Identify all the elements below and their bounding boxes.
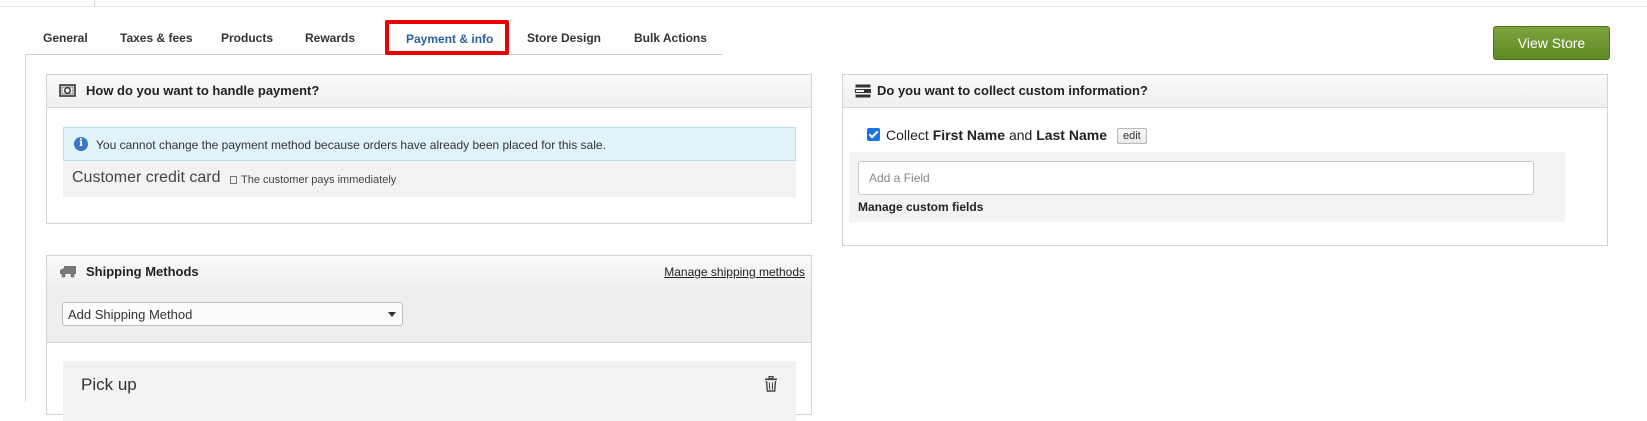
- shipping-method-label: Pick up: [81, 375, 137, 395]
- add-field-input[interactable]: [858, 161, 1534, 195]
- collect-name-row: Collect First Name and Last Name edit: [867, 127, 1147, 144]
- content-border: [25, 54, 26, 402]
- manage-shipping-methods-link[interactable]: Manage shipping methods: [664, 265, 805, 279]
- add-shipping-method-select[interactable]: Add Shipping Method: [62, 302, 403, 326]
- shipping-select-value: Add Shipping Method: [68, 307, 192, 322]
- tab-general[interactable]: General: [43, 31, 88, 45]
- edit-button[interactable]: edit: [1117, 128, 1147, 144]
- payment-panel-header: How do you want to handle payment?: [47, 75, 811, 108]
- cash-icon: [59, 84, 76, 97]
- top-strip: [0, 0, 1647, 7]
- form-list-icon: [855, 84, 871, 98]
- truck-icon: [59, 265, 77, 278]
- custom-field-area: Manage custom fields: [849, 152, 1565, 222]
- and-text: and: [1009, 127, 1032, 143]
- tab-products[interactable]: Products: [221, 31, 273, 45]
- square-icon: [230, 176, 237, 184]
- collect-prefix: Collect: [886, 127, 929, 143]
- first-name-label: First Name: [933, 127, 1005, 143]
- trash-icon[interactable]: [764, 376, 778, 392]
- payment-panel: How do you want to handle payment? i You…: [46, 74, 812, 224]
- active-tab-highlight: [385, 20, 509, 55]
- shipping-panel-title: Shipping Methods: [86, 264, 199, 279]
- tab-bulk-actions[interactable]: Bulk Actions: [634, 31, 707, 45]
- payment-alert: i You cannot change the payment method b…: [63, 127, 796, 161]
- shipping-select-band: Add Shipping Method: [47, 288, 811, 343]
- shipping-panel-header: Shipping Methods Manage shipping methods: [47, 256, 811, 289]
- payment-method-box: Customer credit card The customer pays i…: [63, 161, 796, 197]
- custom-info-panel-title: Do you want to collect custom informatio…: [877, 83, 1148, 98]
- tab-rewards[interactable]: Rewards: [305, 31, 355, 45]
- tab-taxes-fees[interactable]: Taxes & fees: [120, 31, 193, 45]
- top-divider: [94, 0, 95, 6]
- last-name-label: Last Name: [1036, 127, 1107, 143]
- collect-name-checkbox[interactable]: [867, 128, 880, 141]
- manage-custom-fields-link[interactable]: Manage custom fields: [858, 200, 983, 214]
- tab-store-design[interactable]: Store Design: [527, 31, 601, 45]
- shipping-panel: Shipping Methods Manage shipping methods…: [46, 255, 812, 415]
- info-icon: i: [74, 137, 88, 151]
- payment-method-label: Customer credit card: [72, 169, 221, 187]
- payment-panel-title: How do you want to handle payment?: [86, 83, 319, 98]
- shipping-method-item: Pick up: [63, 361, 796, 421]
- custom-info-panel: Do you want to collect custom informatio…: [842, 74, 1608, 246]
- payment-method-note-text: The customer pays immediately: [241, 174, 396, 186]
- chevron-down-icon: [388, 312, 396, 317]
- view-store-button[interactable]: View Store: [1493, 26, 1610, 60]
- custom-info-panel-header: Do you want to collect custom informatio…: [843, 75, 1607, 108]
- tab-bar: General Taxes & fees Products Rewards Pa…: [26, 24, 722, 55]
- payment-alert-text: You cannot change the payment method bec…: [96, 138, 606, 152]
- payment-method-note: The customer pays immediately: [230, 174, 396, 186]
